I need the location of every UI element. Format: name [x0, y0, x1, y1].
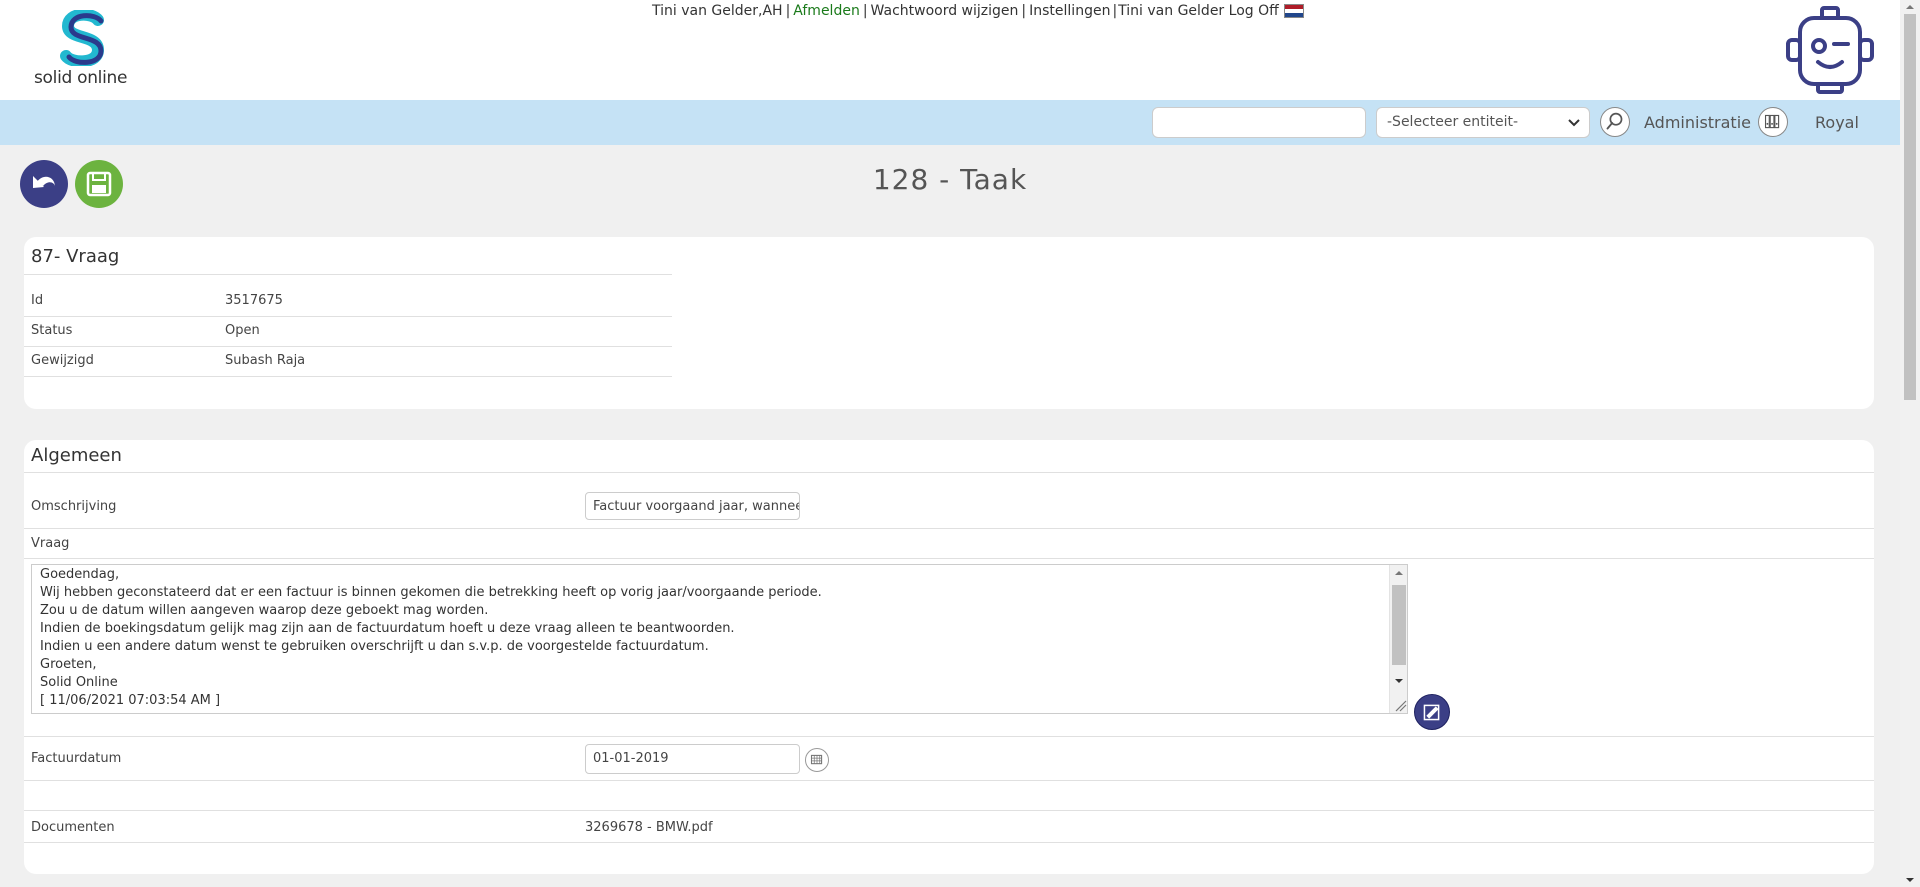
row-divider: [24, 780, 1874, 781]
question-line: Solid Online: [40, 675, 118, 690]
page-scrollbar[interactable]: [1900, 0, 1920, 887]
documents-label: Documenten: [31, 820, 115, 835]
document-link[interactable]: 3269678 - BMW.pdf: [585, 820, 713, 835]
logo-text: solid online: [34, 68, 128, 88]
page-title: 128 - Taak: [872, 163, 1028, 196]
solid-logo-icon: [60, 10, 105, 66]
invoice-date-input[interactable]: 01-01-2019: [585, 744, 800, 774]
calendar-icon: [810, 754, 823, 765]
row-divider: [24, 810, 1874, 811]
search-toolbar: -Selecteer entiteit- Administratie Royal: [0, 100, 1900, 145]
administration-label[interactable]: Administratie: [1644, 113, 1751, 132]
row-divider: [24, 472, 1874, 473]
modified-value: Subash Raja: [225, 353, 306, 368]
entity-select-value: -Selecteer entiteit-: [1387, 114, 1519, 130]
status-value: Open: [225, 323, 260, 338]
calendar-button[interactable]: [805, 748, 829, 772]
scroll-up-icon[interactable]: [1900, 0, 1920, 14]
top-header: solid online Tini van Gelder,AH | Afmeld…: [0, 0, 1900, 100]
textarea-scrollbar[interactable]: [1389, 565, 1407, 713]
question-line: Indien de boekingsdatum gelijk mag zijn …: [40, 621, 735, 636]
row-divider: [24, 274, 672, 275]
question-line: Wij hebben geconstateerd dat er een fact…: [40, 585, 822, 600]
change-password-link[interactable]: Wachtwoord wijzigen: [871, 3, 1019, 19]
logout-link[interactable]: Afmelden: [793, 3, 860, 19]
scroll-up-icon[interactable]: [1390, 565, 1408, 581]
question-line: Groeten,: [40, 657, 97, 672]
administration-button[interactable]: [1758, 107, 1788, 137]
status-label: Status: [31, 323, 73, 338]
id-label: Id: [31, 293, 44, 308]
description-label: Omschrijving: [31, 499, 117, 514]
resize-handle-icon[interactable]: [1390, 697, 1408, 713]
robot-mascot-icon: [1786, 6, 1874, 94]
link-separator: |: [862, 3, 868, 19]
chevron-down-icon: [1568, 119, 1580, 127]
search-button[interactable]: [1600, 107, 1630, 137]
binders-icon: [1764, 114, 1780, 129]
question-line: [ 11/06/2021 07:03:54 AM ]: [40, 693, 221, 708]
modified-label: Gewijzigd: [31, 353, 94, 368]
row-divider: [24, 376, 672, 377]
settings-link[interactable]: Instellingen: [1029, 3, 1110, 19]
general-panel-title: Algemeen: [31, 445, 122, 466]
solid-online-logo[interactable]: solid online: [32, 10, 132, 90]
user-logoff-link[interactable]: Tini van Gelder Log Off: [1118, 3, 1279, 19]
entity-select[interactable]: -Selecteer entiteit-: [1376, 107, 1590, 138]
page-scroll-thumb[interactable]: [1904, 14, 1916, 400]
row-divider: [24, 346, 672, 347]
row-divider: [24, 842, 1874, 843]
company-label[interactable]: Royal: [1815, 113, 1859, 132]
scroll-down-icon[interactable]: [1900, 873, 1920, 887]
netherlands-flag-icon[interactable]: [1283, 4, 1304, 18]
invoice-date-label: Factuurdatum: [31, 751, 122, 766]
row-divider: [24, 316, 672, 317]
question-line: Indien u een andere datum wenst te gebru…: [40, 639, 709, 654]
question-textarea[interactable]: Goedendag, Wij hebben geconstateerd dat …: [31, 564, 1408, 714]
link-separator: |: [785, 3, 791, 19]
magnifier-icon: [1606, 112, 1623, 130]
link-separator: |: [1021, 3, 1027, 19]
description-input[interactable]: Factuur voorgaand jaar, wanneer: [585, 492, 800, 520]
question-label: Vraag: [31, 536, 70, 551]
row-divider: [24, 528, 1874, 529]
general-panel: Algemeen Omschrijving Factuur voorgaand …: [24, 440, 1874, 874]
scroll-down-icon[interactable]: [1390, 673, 1408, 689]
search-input[interactable]: [1152, 107, 1366, 138]
row-divider: [24, 558, 1874, 559]
textarea-scroll-thumb[interactable]: [1392, 585, 1406, 665]
summary-panel-title: 87- Vraag: [31, 246, 120, 267]
edit-icon: [1423, 704, 1440, 721]
user-name: Tini van Gelder,AH: [652, 3, 783, 19]
summary-panel: 87- Vraag Id 3517675 Status Open Gewijzi…: [24, 237, 1874, 409]
user-links: Tini van Gelder,AH | Afmelden | Wachtwoo…: [652, 3, 1304, 19]
question-line: Zou u de datum willen aangeven waarop de…: [40, 603, 489, 618]
question-line: Goedendag,: [40, 567, 120, 582]
question-edit-button[interactable]: [1414, 694, 1450, 730]
row-divider: [24, 736, 1874, 737]
link-separator: |: [1112, 3, 1118, 19]
id-value: 3517675: [225, 293, 283, 308]
